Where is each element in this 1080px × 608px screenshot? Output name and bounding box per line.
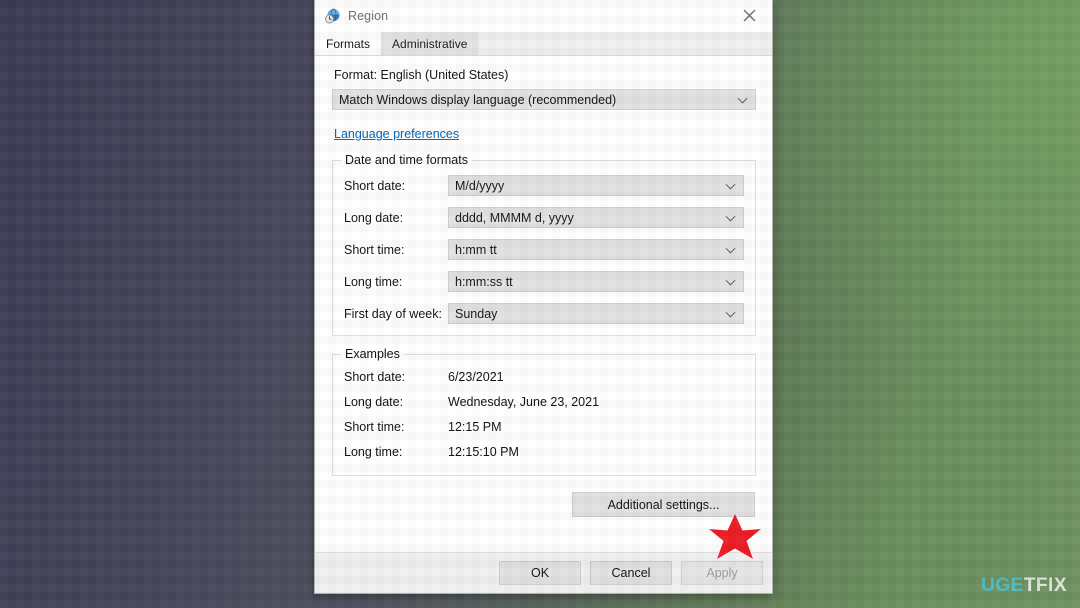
long-time-combobox[interactable]: h:mm:ss tt <box>448 271 744 292</box>
first-day-of-week-label: First day of week: <box>344 306 442 321</box>
example-long-time-value: 12:15:10 PM <box>448 445 519 459</box>
example-short-date-value: 6/23/2021 <box>448 370 504 384</box>
language-preferences-link[interactable]: Language preferences <box>334 127 459 141</box>
tab-formats[interactable]: Formats <box>315 32 382 55</box>
cancel-button[interactable]: Cancel <box>590 561 672 585</box>
tab-administrative-label: Administrative <box>392 36 468 51</box>
watermark-part-2: E <box>1010 575 1024 596</box>
example-long-time-row: Long time: 12:15:10 PM <box>344 442 744 462</box>
apply-button[interactable]: Apply <box>681 561 763 585</box>
chevron-down-icon <box>727 181 736 190</box>
chevron-down-icon <box>739 95 748 104</box>
short-date-row: Short date: M/d/yyyy <box>344 175 744 196</box>
long-date-combobox[interactable]: dddd, MMMM d, yyyy <box>448 207 744 228</box>
short-time-combobox-value: h:mm tt <box>455 242 497 257</box>
formats-tab-panel: Format: English (United States) Match Wi… <box>315 55 772 552</box>
long-date-label: Long date: <box>344 210 404 225</box>
ok-button[interactable]: OK <box>499 561 581 585</box>
tab-strip: Formats Administrative <box>315 32 772 55</box>
watermark-part-3: TFIX <box>1023 575 1067 596</box>
watermark-part-1: UG <box>981 575 1011 596</box>
example-short-date-label: Short date: <box>344 370 406 384</box>
tab-formats-label: Formats <box>326 36 371 51</box>
window-title: Region <box>348 9 389 23</box>
first-day-of-week-row: First day of week: Sunday <box>344 303 744 324</box>
apply-button-label: Apply <box>706 566 738 580</box>
long-date-combobox-value: dddd, MMMM d, yyyy <box>455 210 574 225</box>
examples-group: Examples Short date: 6/23/2021 Long date… <box>332 347 756 476</box>
example-short-time-label: Short time: <box>344 420 405 434</box>
language-preferences-row: Language preferences <box>334 125 756 143</box>
dialog-footer: OK Cancel Apply <box>315 552 772 593</box>
short-time-combobox[interactable]: h:mm tt <box>448 239 744 260</box>
example-short-date-row: Short date: 6/23/2021 <box>344 367 744 387</box>
format-language-label: Format: English (United States) <box>334 68 509 82</box>
short-date-label: Short date: <box>344 178 406 193</box>
long-time-label: Long time: <box>344 274 403 289</box>
example-long-date-row: Long date: Wednesday, June 23, 2021 <box>344 392 744 412</box>
globe-clock-icon <box>324 8 341 25</box>
additional-settings-button[interactable]: Additional settings... <box>572 492 755 517</box>
short-date-combobox[interactable]: M/d/yyyy <box>448 175 744 196</box>
chevron-down-icon <box>727 213 736 222</box>
example-short-time-value: 12:15 PM <box>448 420 502 434</box>
example-short-time-row: Short time: 12:15 PM <box>344 417 744 437</box>
long-time-row: Long time: h:mm:ss tt <box>344 271 744 292</box>
cancel-button-label: Cancel <box>611 566 651 580</box>
additional-settings-row: Additional settings... <box>332 492 756 517</box>
region-control-panel-window: Region Formats Administrative Format: En… <box>314 0 773 594</box>
examples-title: Examples <box>341 347 404 361</box>
chevron-down-icon <box>727 309 736 318</box>
short-time-label: Short time: <box>344 242 405 257</box>
close-icon[interactable] <box>727 0 772 31</box>
format-language-combobox[interactable]: Match Windows display language (recommen… <box>332 89 756 110</box>
short-date-combobox-value: M/d/yyyy <box>455 178 505 193</box>
window-titlebar: Region <box>315 0 772 32</box>
desktop-background: Region Formats Administrative Format: En… <box>0 0 1080 608</box>
ok-button-label: OK <box>530 566 550 580</box>
first-day-of-week-combobox[interactable]: Sunday <box>448 303 744 324</box>
first-day-of-week-combobox-value: Sunday <box>455 306 498 321</box>
format-language-combobox-value: Match Windows display language (recommen… <box>339 92 617 107</box>
chevron-down-icon <box>727 277 736 286</box>
date-and-time-formats-title: Date and time formats <box>341 153 472 167</box>
short-time-row: Short time: h:mm tt <box>344 239 744 260</box>
additional-settings-button-label: Additional settings... <box>607 497 720 512</box>
date-and-time-formats-group: Date and time formats Short date: M/d/yy… <box>332 153 756 336</box>
tab-administrative[interactable]: Administrative <box>381 32 479 55</box>
example-long-time-label: Long time: <box>344 445 403 459</box>
chevron-down-icon <box>727 245 736 254</box>
long-date-row: Long date: dddd, MMMM d, yyyy <box>344 207 744 228</box>
long-time-combobox-value: h:mm:ss tt <box>455 274 513 289</box>
example-long-date-value: Wednesday, June 23, 2021 <box>448 395 600 409</box>
ugetfix-watermark: UGETFIX <box>981 575 1067 597</box>
example-long-date-label: Long date: <box>344 395 404 409</box>
